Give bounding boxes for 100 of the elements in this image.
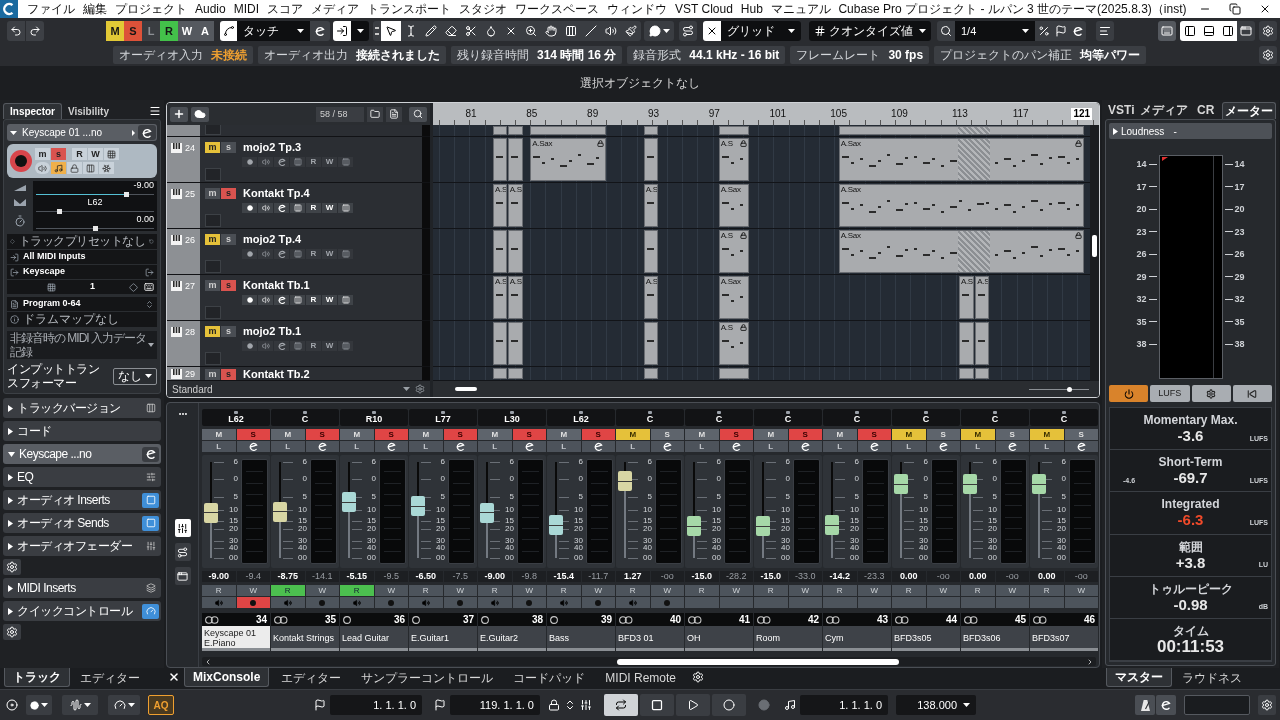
quantize-edit-button[interactable]: [1069, 21, 1086, 41]
automation-mode-dropdown[interactable]: タッチ: [237, 21, 310, 41]
right-locator-display[interactable]: 119. 1. 1. 0: [450, 695, 540, 715]
write-button[interactable]: W: [1064, 585, 1098, 596]
close-icon[interactable]: [168, 671, 180, 683]
pan-display[interactable]: L77: [409, 409, 477, 426]
mute-button[interactable]: m: [35, 148, 50, 160]
write-button[interactable]: W: [719, 585, 753, 596]
inspector-section-header[interactable]: オーディオ Sends: [3, 513, 161, 533]
settings-button[interactable]: [3, 559, 21, 575]
scrollbar-thumb[interactable]: [455, 387, 477, 391]
midi-part[interactable]: [975, 322, 990, 365]
fader-thumb[interactable]: [204, 502, 218, 523]
up-down-chevrons-icon[interactable]: [564, 699, 576, 711]
transport-settings-button[interactable]: [1258, 695, 1276, 715]
solo-button[interactable]: s: [221, 233, 236, 245]
left-locator-display[interactable]: 1. 1. 1. 0: [330, 695, 422, 715]
slider-thumb[interactable]: [92, 225, 98, 231]
fader-thumb[interactable]: [1032, 474, 1046, 495]
mute-button[interactable]: M: [961, 429, 995, 440]
pan-display[interactable]: C: [1030, 409, 1098, 426]
write-button[interactable]: W: [788, 585, 822, 596]
color-tool-dropdown[interactable]: [644, 21, 674, 41]
undo-button[interactable]: [7, 21, 25, 41]
monitor-button[interactable]: [547, 597, 581, 608]
solo-button[interactable]: S: [581, 429, 615, 440]
listen-button[interactable]: L: [547, 441, 581, 452]
pan-slider[interactable]: [36, 209, 154, 214]
midi-part[interactable]: [507, 138, 523, 181]
menu-item[interactable]: スコア: [263, 0, 308, 18]
zone-tab[interactable]: マスター: [1106, 668, 1172, 687]
zone-tab[interactable]: MIDI Remote: [597, 668, 685, 687]
midi-part[interactable]: [643, 126, 659, 135]
write-button[interactable]: W: [995, 585, 1029, 596]
solo-button[interactable]: S: [995, 429, 1029, 440]
midi-part[interactable]: A.S: [507, 276, 523, 319]
edit-button[interactable]: [650, 441, 684, 452]
mute-button[interactable]: M: [340, 429, 374, 440]
midi-part[interactable]: [718, 126, 750, 135]
menu-icon[interactable]: [149, 105, 161, 117]
snap-toggle[interactable]: [703, 21, 721, 41]
sliders-icon[interactable]: [580, 699, 592, 711]
edit-button[interactable]: [926, 441, 960, 452]
edit-button[interactable]: [512, 441, 546, 452]
power-button[interactable]: [1109, 385, 1149, 402]
channel-name[interactable]: Keyscape 01 E.Piano: [202, 626, 270, 651]
mute-button[interactable]: M: [892, 429, 926, 440]
menu-item[interactable]: ファイル: [23, 0, 79, 18]
quantize-button[interactable]: [937, 21, 955, 41]
right-zone-tab[interactable]: メーター: [1222, 102, 1276, 119]
inspector-section-header[interactable]: コード: [3, 421, 161, 441]
midi-part[interactable]: [493, 230, 507, 273]
position-display[interactable]: 1. 1. 1. 0: [800, 695, 888, 715]
fader-thumb[interactable]: [273, 501, 287, 522]
play-button[interactable]: [676, 694, 710, 716]
listen-button[interactable]: L: [409, 441, 443, 452]
read-button[interactable]: R: [340, 585, 374, 596]
mute-button[interactable]: m: [205, 325, 220, 337]
right-zone-tab[interactable]: CR: [1189, 102, 1222, 119]
zone-tab[interactable]: MixConsole: [184, 668, 270, 687]
nudge-dropdown[interactable]: [351, 21, 369, 41]
read-button[interactable]: R: [306, 157, 321, 167]
midi-part[interactable]: A.Sax: [838, 184, 1085, 227]
read-button[interactable]: R: [72, 148, 87, 160]
record-button[interactable]: [712, 694, 746, 716]
listen-button[interactable]: L: [271, 441, 305, 452]
midi-part[interactable]: A.Sax: [718, 276, 750, 319]
read-button[interactable]: R: [306, 249, 321, 259]
right-zone-tab[interactable]: VSTi: [1105, 102, 1138, 119]
edit-button[interactable]: [995, 441, 1029, 452]
edit-button[interactable]: [1064, 441, 1098, 452]
pan-display[interactable]: C: [754, 409, 822, 426]
read-button[interactable]: R: [961, 585, 995, 596]
zone-tab[interactable]: エディター: [72, 668, 148, 687]
midi-part[interactable]: A.S: [643, 276, 659, 319]
midi-part[interactable]: [643, 322, 659, 365]
listen-button[interactable]: L: [754, 441, 788, 452]
solo-button[interactable]: S: [650, 429, 684, 440]
midi-part[interactable]: A.S: [493, 184, 507, 227]
solo-button[interactable]: s: [221, 141, 236, 153]
midi-channel-field[interactable]: 1: [62, 280, 123, 294]
scrollbar-thumb[interactable]: [617, 658, 899, 665]
edit-button[interactable]: [788, 441, 822, 452]
solo-button[interactable]: S: [374, 429, 408, 440]
slider-thumb[interactable]: [1066, 386, 1072, 392]
menu-item[interactable]: Hub: [736, 0, 767, 18]
global-state-toggle[interactable]: S: [124, 21, 142, 41]
pan-display[interactable]: L30: [478, 409, 546, 426]
write-button[interactable]: W: [322, 295, 337, 305]
fader-thumb[interactable]: [342, 492, 356, 513]
slider-thumb[interactable]: [57, 209, 63, 214]
midi-part[interactable]: [493, 138, 507, 181]
listen-button[interactable]: L: [478, 441, 512, 452]
write-button[interactable]: W: [322, 341, 337, 351]
fader-thumb[interactable]: [756, 516, 770, 537]
midi-part[interactable]: [958, 322, 975, 365]
midi-part[interactable]: A.S: [643, 184, 659, 227]
output-routing-field[interactable]: Keyscape: [23, 265, 141, 279]
solo-button[interactable]: s: [221, 279, 236, 291]
write-button[interactable]: W: [926, 585, 960, 596]
